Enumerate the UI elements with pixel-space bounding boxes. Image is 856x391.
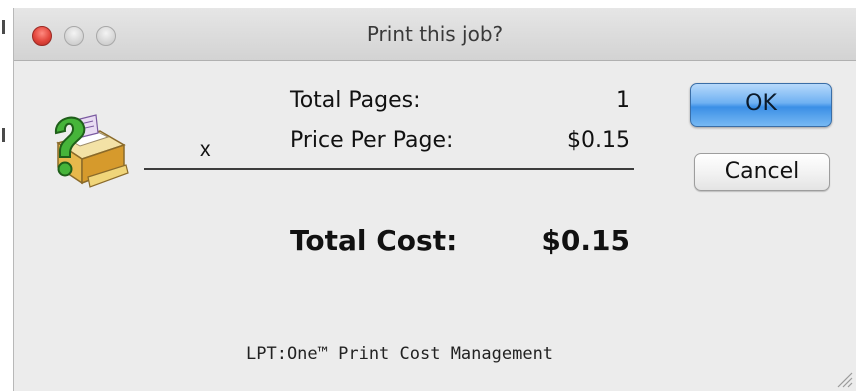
total-cost-value: $0.15	[541, 224, 630, 257]
title-bar[interactable]: Print this job?	[14, 8, 856, 61]
total-cost-label: Total Cost:	[290, 224, 458, 257]
price-per-page-label: Price Per Page:	[290, 128, 454, 153]
window-title: Print this job?	[366, 22, 504, 46]
cancel-button[interactable]: Cancel	[694, 153, 830, 191]
multiply-sign: x	[200, 138, 211, 161]
ok-button[interactable]: OK	[690, 83, 832, 127]
background-page-mark	[2, 20, 5, 34]
total-pages-value: 1	[616, 88, 630, 113]
total-pages-label: Total Pages:	[290, 88, 421, 113]
background-page-edge	[0, 0, 10, 391]
print-confirm-dialog: Print this job? x Total Pages: 1 Price P…	[14, 8, 856, 391]
printer-question-icon	[54, 114, 129, 188]
price-per-page-value: $0.15	[567, 128, 630, 153]
footer-branding: LPT:One™ Print Cost Management	[246, 344, 554, 364]
resize-grip-icon[interactable]	[832, 367, 854, 389]
sum-divider	[144, 168, 634, 170]
background-page-mark	[2, 128, 5, 142]
